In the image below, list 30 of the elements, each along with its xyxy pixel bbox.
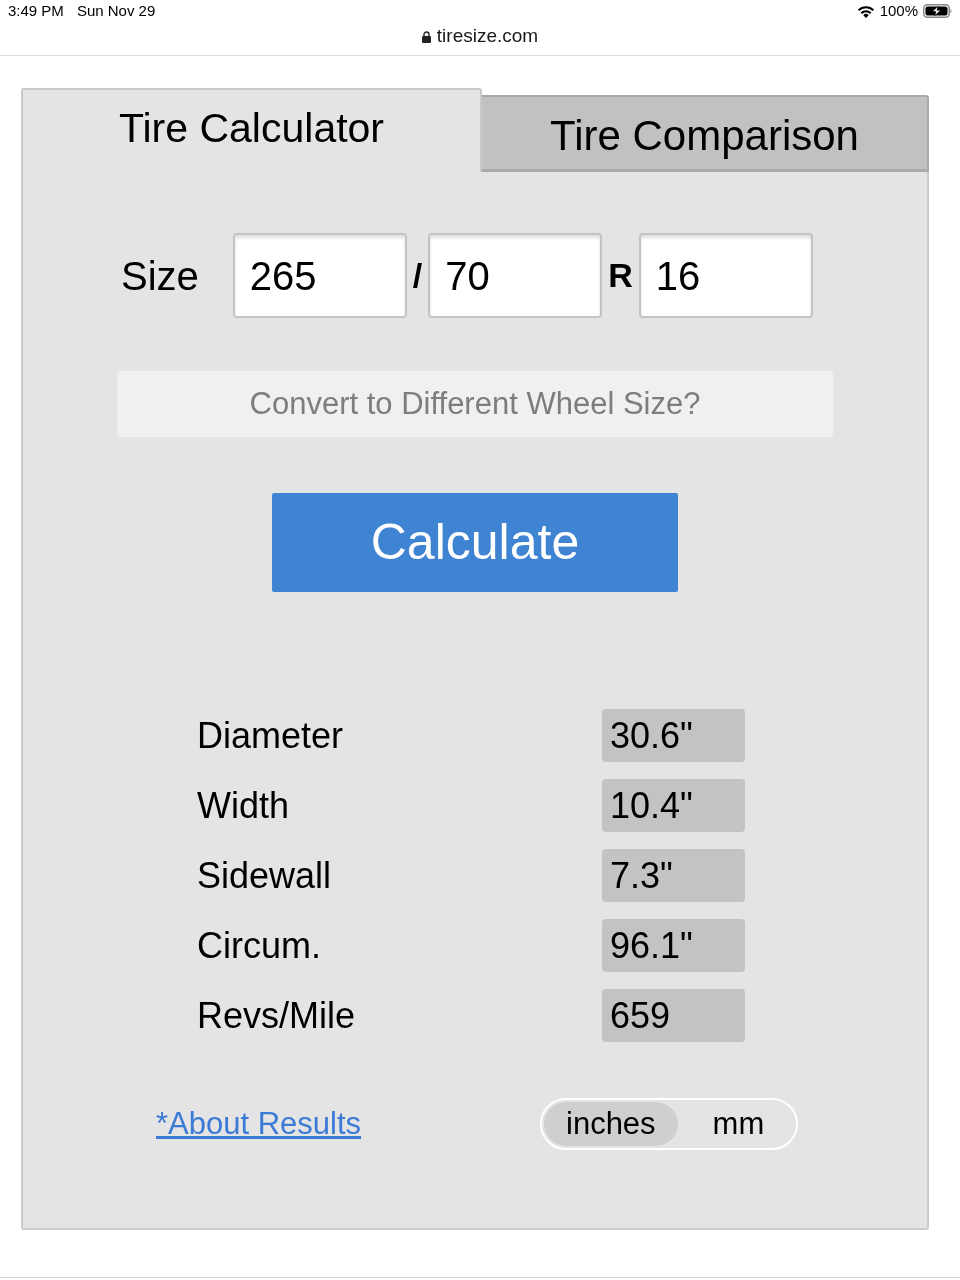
lock-icon	[421, 30, 431, 43]
battery-percent: 100%	[879, 0, 918, 21]
result-label: Sidewall	[197, 853, 333, 898]
size-input-field[interactable]: 265	[232, 233, 407, 318]
wifi-icon	[856, 4, 875, 18]
unit-option[interactable]: inches	[544, 1102, 678, 1146]
result-label: Circum.	[197, 923, 322, 968]
result-value: 659	[602, 989, 745, 1042]
size-input-field[interactable]: 70	[428, 233, 603, 318]
status-time: 3:49 PM	[8, 0, 64, 21]
size-separator: /	[412, 255, 423, 296]
size-separator: R	[608, 255, 633, 296]
unit-option[interactable]: mm	[677, 1102, 800, 1146]
calculate-button[interactable]: Calculate	[272, 493, 678, 592]
result-value: 96.1"	[602, 919, 745, 972]
tab[interactable]: Tire Comparison	[482, 95, 929, 172]
result-value: 10.4"	[602, 779, 745, 832]
url-text[interactable]: tiresize.com	[436, 22, 539, 51]
tab[interactable]: Tire Calculator	[21, 88, 482, 172]
result-label: Diameter	[197, 713, 345, 758]
result-label: Revs/Mile	[197, 993, 357, 1038]
convert-wheel-size-button[interactable]: Convert to Different Wheel Size?	[117, 371, 833, 437]
units-toggle[interactable]: inches mm	[540, 1098, 798, 1150]
result-label: Width	[197, 783, 291, 828]
result-value: 7.3"	[602, 849, 745, 902]
battery-charging-icon	[923, 4, 953, 18]
status-date: Sun Nov 29	[76, 0, 156, 21]
result-value: 30.6"	[602, 709, 745, 762]
size-input-field[interactable]: 16	[638, 233, 813, 318]
size-label: Size	[121, 252, 199, 300]
